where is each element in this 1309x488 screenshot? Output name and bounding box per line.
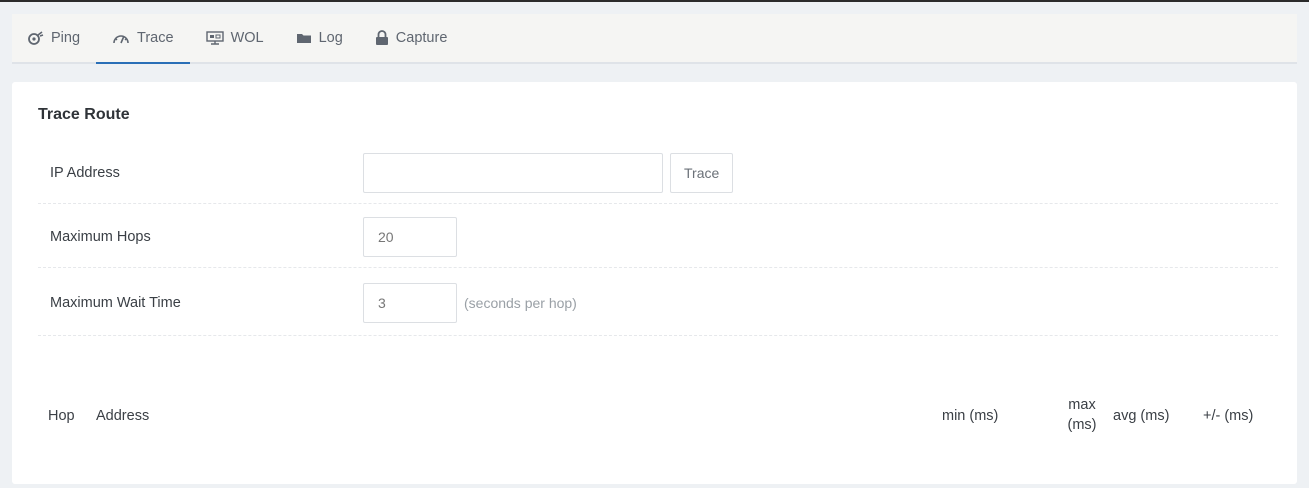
maximum-wait-time-row: Maximum Wait Time (seconds per hop) — [38, 270, 1278, 336]
trace-button[interactable]: Trace — [670, 152, 734, 193]
ip-address-label: IP Address — [50, 164, 120, 181]
column-header-max: max (ms) — [1067, 397, 1097, 433]
maximum-wait-time-label: Maximum Wait Time — [50, 294, 181, 311]
section-title: Trace Route — [38, 106, 130, 123]
lock-icon — [375, 30, 389, 46]
gauge-icon — [112, 32, 130, 44]
tab-wol-label: WOL — [230, 30, 264, 46]
ping-icon — [28, 31, 44, 45]
column-header-avg: avg (ms) — [1113, 408, 1170, 424]
tool-tab-bar: Ping Trace WOL Log Capture — [12, 14, 1297, 64]
tab-capture[interactable]: Capture — [359, 14, 464, 62]
window-top-border — [0, 0, 1309, 2]
wait-time-hint: (seconds per hop) — [464, 294, 577, 311]
tab-trace[interactable]: Trace — [96, 14, 190, 64]
maximum-hops-label: Maximum Hops — [50, 228, 151, 245]
maximum-hops-row: Maximum Hops — [38, 206, 1278, 268]
tab-ping[interactable]: Ping — [12, 14, 96, 62]
tab-log[interactable]: Log — [280, 14, 359, 62]
trace-route-panel: Trace Route IP Address Trace Maximum Hop… — [12, 82, 1297, 484]
tab-capture-label: Capture — [395, 30, 448, 46]
maximum-wait-time-input[interactable] — [363, 282, 457, 323]
network-monitor-icon — [205, 31, 224, 45]
tab-ping-label: Ping — [51, 30, 81, 46]
maximum-hops-input[interactable] — [363, 216, 457, 257]
ip-address-row: IP Address Trace — [38, 142, 1278, 204]
ip-address-input[interactable] — [363, 152, 663, 193]
column-header-deviation: +/- (ms) — [1203, 408, 1254, 424]
tab-log-label: Log — [318, 30, 343, 46]
column-header-hop: Hop — [48, 408, 75, 424]
folder-icon — [296, 32, 312, 44]
tab-trace-label: Trace — [137, 30, 174, 46]
column-header-address: Address — [96, 408, 150, 424]
column-header-min: min (ms) — [942, 408, 999, 424]
tab-wol[interactable]: WOL — [190, 14, 280, 62]
